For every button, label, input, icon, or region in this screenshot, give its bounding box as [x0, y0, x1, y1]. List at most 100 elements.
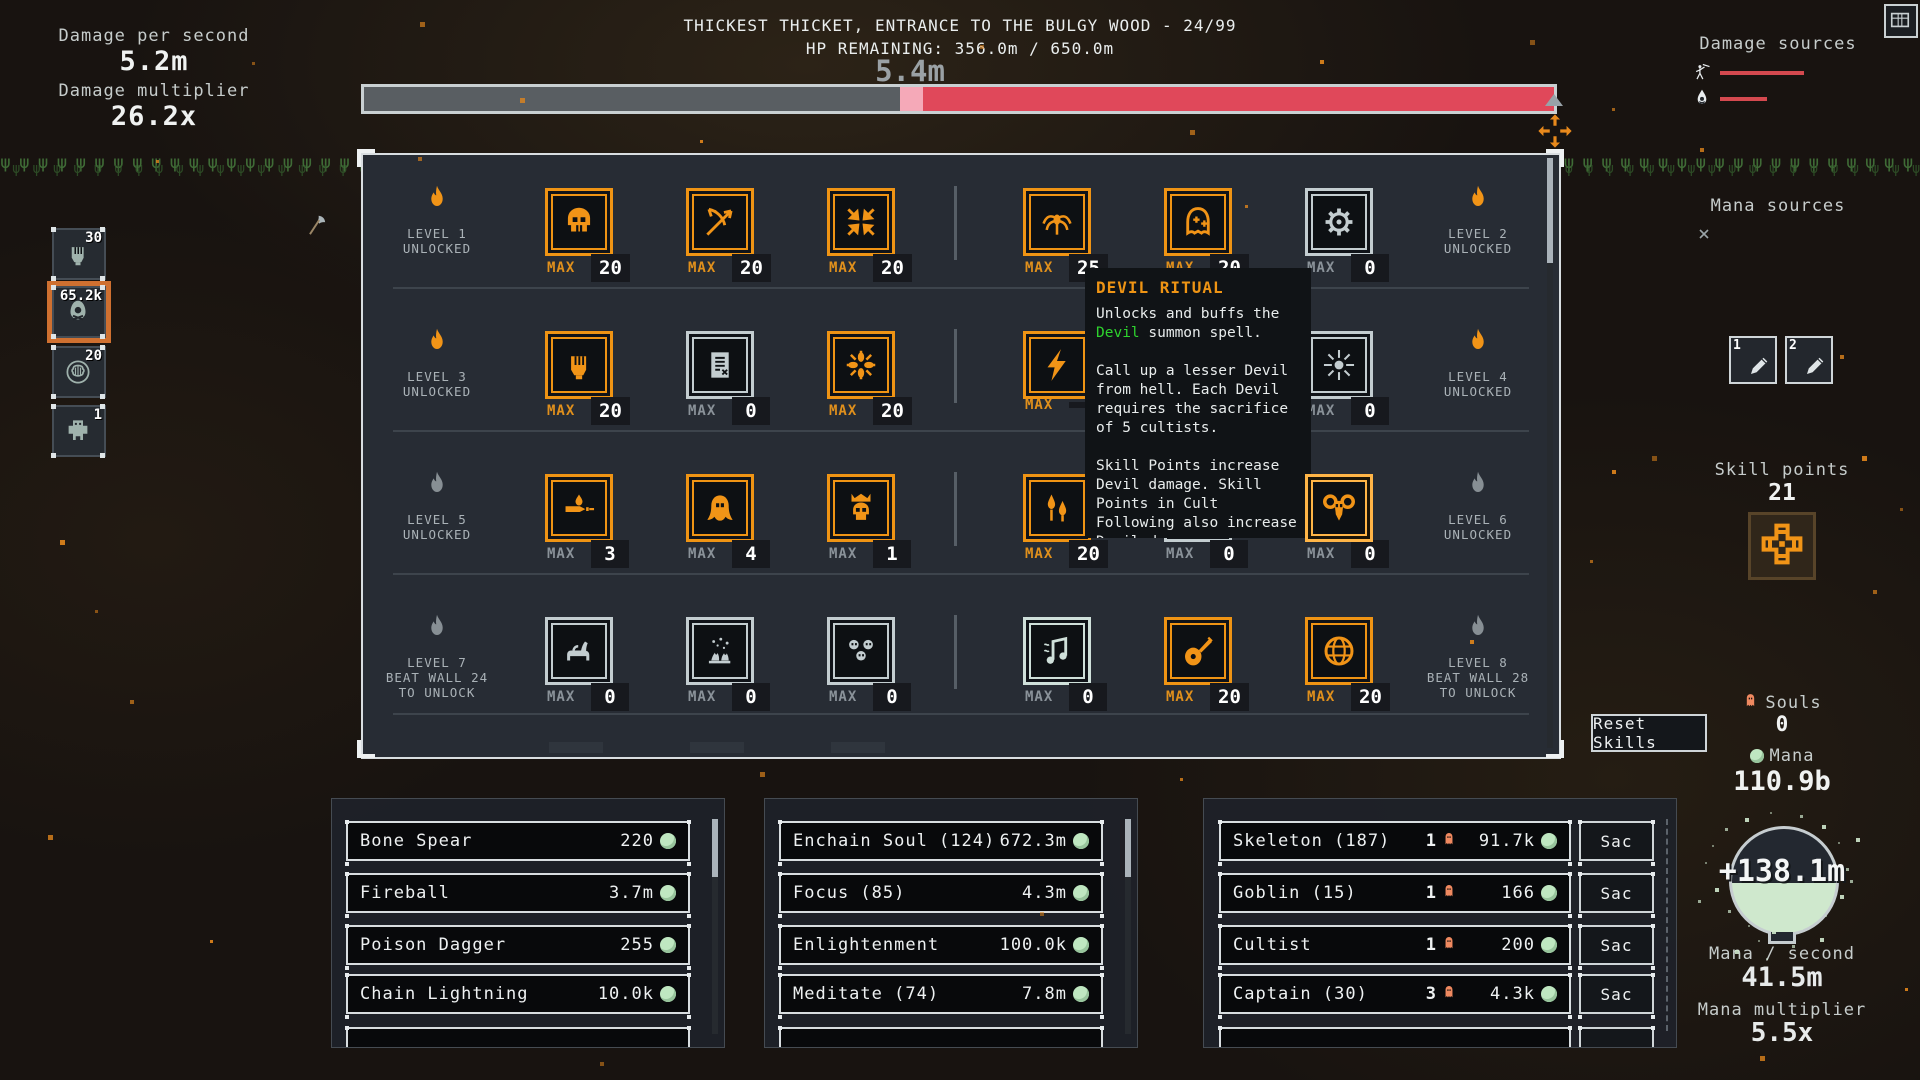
column-divider [954, 472, 957, 546]
minion-name: Captain (30) [1233, 984, 1368, 1004]
skill-level-badge: MAX 0 [829, 683, 911, 711]
abilities-panel: Enchain Soul (124) 672.3m Focus (85) 4.3… [764, 798, 1138, 1048]
minion-name: Skeleton (187) [1233, 831, 1390, 851]
skill-hood[interactable] [1164, 188, 1232, 256]
monster-slot-0[interactable]: 30 [52, 228, 106, 280]
skill-burst[interactable] [827, 331, 895, 399]
spell-row[interactable]: Poison Dagger 255 [346, 925, 690, 965]
spell-value: 255 [620, 935, 654, 955]
scroll-up-arrow-icon[interactable] [1545, 94, 1563, 106]
mana-cost-icon [660, 885, 676, 901]
spell-row[interactable]: Chain Lightning 10.0k [346, 974, 690, 1014]
minion-row[interactable]: Skeleton (187) 1 91.7k [1219, 821, 1571, 861]
skill-candles[interactable] [1023, 474, 1091, 542]
skill-level-badge: MAX 0 [688, 397, 770, 425]
spell-row[interactable]: Fireball 3.7m [346, 873, 690, 913]
minion-row[interactable]: Cultist 1 200 [1219, 925, 1571, 965]
skill-ram[interactable] [1305, 474, 1373, 542]
ability-scrollbar[interactable] [1125, 819, 1131, 1034]
mana-cost-icon [660, 833, 676, 849]
ability-row[interactable]: Focus (85) 4.3m [779, 873, 1103, 913]
skill-level-badge: MAX 20 [547, 397, 630, 425]
level-marker: LEVEL 8BEAT WALL 28TO UNLOCK [1393, 611, 1563, 700]
monster-slot-2[interactable]: 20 [52, 346, 106, 398]
skill-arrowsin[interactable] [827, 188, 895, 256]
reset-skills-button[interactable]: Reset Skills [1591, 714, 1707, 752]
ability-row[interactable] [779, 1027, 1103, 1048]
skill-points-value: 21 [1682, 480, 1882, 506]
move-panel-crosshair-icon[interactable] [1536, 112, 1574, 154]
spell-name: Chain Lightning [360, 984, 529, 1004]
skill-level-badge: MAX 0 [1166, 540, 1248, 568]
skill-bow[interactable] [686, 188, 754, 256]
skill-daggerhand[interactable] [545, 474, 613, 542]
spell-value: 220 [620, 831, 654, 851]
mana-slot-1[interactable]: 1 [1729, 336, 1777, 384]
skill-sunrays[interactable] [1305, 331, 1373, 399]
mana-cost-icon [660, 937, 676, 953]
skill-level-badge: MAX 3 [547, 540, 629, 568]
next-row-hint [831, 742, 885, 753]
skill-spider[interactable] [1023, 188, 1091, 256]
mana-slot-2[interactable]: 2 [1785, 336, 1833, 384]
soul-ghost-icon [1441, 883, 1457, 904]
skill-skull[interactable] [545, 188, 613, 256]
monster-slot-3[interactable]: 1 [52, 405, 106, 457]
skill-music[interactable] [1023, 617, 1091, 685]
cross-icon [1758, 520, 1806, 572]
ability-value: 100.0k [1000, 935, 1067, 955]
hp-bar [361, 84, 1557, 114]
skill-level-badge: MAX 20 [829, 397, 912, 425]
ability-row[interactable]: Meditate (74) 7.8m [779, 974, 1103, 1014]
level-marker: LEVEL 7BEAT WALL 24TO UNLOCK [352, 611, 522, 700]
skill-bonfire[interactable] [686, 617, 754, 685]
minion-value: 91.7k [1457, 831, 1535, 851]
spell-name: Poison Dagger [360, 935, 506, 955]
ability-row[interactable]: Enchain Soul (124) 672.3m [779, 821, 1103, 861]
spell-value: 10.0k [598, 984, 654, 1004]
skill-gear[interactable] [1305, 188, 1373, 256]
soul-ghost-icon [1441, 831, 1457, 852]
minion-row[interactable]: Goblin (15) 1 166 [1219, 873, 1571, 913]
skill-level-badge: MAX 0 [688, 683, 770, 711]
sacrifice-button[interactable]: Sac [1579, 873, 1654, 913]
skill-lightning[interactable] [1023, 331, 1091, 399]
skill-points-icon-box[interactable] [1748, 512, 1816, 580]
skill-camel[interactable] [545, 617, 613, 685]
minion-value: 166 [1457, 883, 1535, 903]
mana-row: Mana [1682, 746, 1882, 766]
mana-gain-float: +138.1m [1682, 854, 1882, 889]
skill-demon[interactable] [686, 474, 754, 542]
level-marker: LEVEL 1UNLOCKED [352, 182, 522, 256]
ability-row[interactable]: Enlightenment 100.0k [779, 925, 1103, 965]
skill-fist[interactable] [545, 331, 613, 399]
sacrifice-button[interactable] [1579, 1027, 1654, 1048]
skill-skullcrown[interactable] [827, 474, 895, 542]
sacrifice-button[interactable]: Sac [1579, 925, 1654, 965]
skill-lute[interactable] [1164, 617, 1232, 685]
flame-icon [352, 468, 522, 508]
sacrifice-button[interactable]: Sac [1579, 821, 1654, 861]
minion-row[interactable]: Captain (30) 3 4.3k [1219, 974, 1571, 1014]
minion-row[interactable] [1219, 1027, 1571, 1048]
soul-ghost-icon [1441, 984, 1457, 1005]
minions-scrollbar[interactable] [1666, 819, 1668, 1031]
skill-scroll[interactable] [686, 331, 754, 399]
hp-bar-fill [923, 87, 1554, 111]
spell-row[interactable]: Bone Spear 220 [346, 821, 690, 861]
minion-name: Cultist [1233, 935, 1312, 955]
spell-value: 3.7m [609, 883, 654, 903]
skill-globe[interactable] [1305, 617, 1373, 685]
spell-scrollbar[interactable] [712, 819, 718, 1034]
skill-level-badge: MAX 1 [829, 540, 911, 568]
level-marker: LEVEL 6UNLOCKED [1393, 468, 1563, 542]
mana-sources-title: Mana sources [1678, 196, 1878, 216]
floating-damage: 5.4m [810, 54, 1010, 88]
skill-skullpile[interactable] [827, 617, 895, 685]
monster-slot-1[interactable]: 65.2k [52, 286, 106, 338]
skill-tree-panel [361, 153, 1561, 759]
menu-corner-icon[interactable] [1884, 4, 1918, 38]
sacrifice-button[interactable]: Sac [1579, 974, 1654, 1014]
mana-value: 110.9b [1682, 766, 1882, 797]
spell-row[interactable] [346, 1027, 690, 1048]
